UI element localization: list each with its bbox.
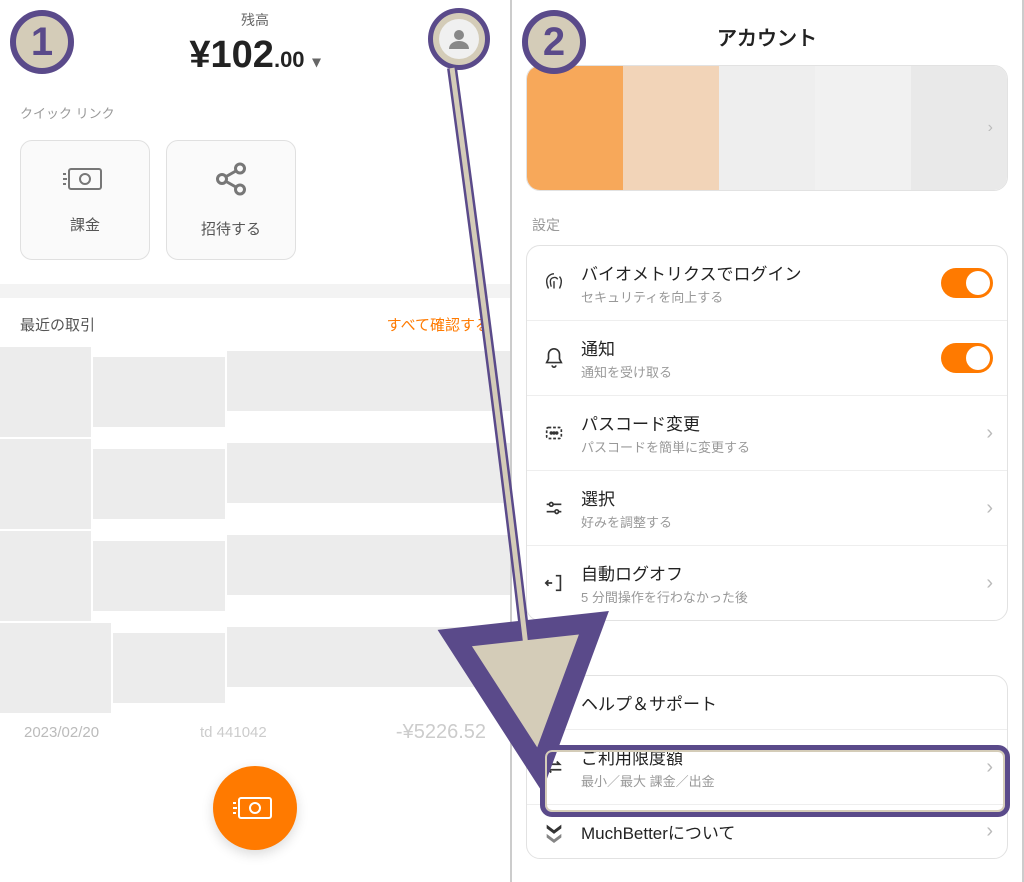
page-title: アカウント <box>512 0 1022 65</box>
quick-deposit-button[interactable]: 課金 <box>20 140 150 260</box>
brand-icon <box>541 821 567 843</box>
cash-icon <box>233 794 277 822</box>
transaction-amount: -¥5226.52 <box>396 721 486 744</box>
info-limits[interactable]: ご利用限度額最小／最大 課金／出金 › <box>527 730 1007 805</box>
info-about[interactable]: MuchBetterについて › <box>527 805 1007 858</box>
see-all-link[interactable]: すべて確認する <box>387 314 490 335</box>
info-help[interactable]: ? ヘルプ＆サポート <box>527 676 1007 730</box>
toggle-on[interactable] <box>941 343 993 373</box>
settings-notifications[interactable]: 通知通知を受け取る <box>527 321 1007 396</box>
info-group-label: 情報 <box>512 639 1022 675</box>
step-badge-2: 2 <box>522 10 586 74</box>
step-badge-1: 1 <box>10 10 74 74</box>
fingerprint-icon <box>541 272 567 294</box>
svg-text:?: ? <box>550 695 558 710</box>
chevron-right-icon: › <box>986 497 993 520</box>
settings-auto-logoff[interactable]: 自動ログオフ5 分間操作を行わなかった後 › <box>527 546 1007 620</box>
info-group: ? ヘルプ＆サポート ご利用限度額最小／最大 課金／出金 › MuchBette… <box>526 675 1008 859</box>
passcode-icon <box>541 422 567 444</box>
balance-cents: .00 <box>274 47 305 73</box>
settings-biometrics[interactable]: バイオメトリクスでログインセキュリティを向上する <box>527 246 1007 321</box>
chevron-right-icon: › <box>986 422 993 445</box>
toggle-on[interactable] <box>941 268 993 298</box>
transaction-row[interactable] <box>0 623 510 713</box>
recent-transactions-label: 最近の取引 <box>20 314 95 335</box>
transaction-date: 2023/02/20 <box>24 724 99 741</box>
settings-group: バイオメトリクスでログインセキュリティを向上する 通知通知を受け取る パスコード… <box>526 245 1008 621</box>
transaction-row[interactable] <box>0 347 510 437</box>
transaction-id: td 441042 <box>200 724 267 741</box>
home-panel: 1 残高 ¥102.00 ▾ クイック リンク 課金 招待する 最近の取引 すべ <box>0 0 512 882</box>
quick-deposit-label: 課金 <box>70 214 100 235</box>
quick-invite-button[interactable]: 招待する <box>166 140 296 260</box>
quick-invite-label: 招待する <box>201 218 261 239</box>
chevron-right-icon: › <box>988 119 993 137</box>
balance-selector[interactable]: ¥102.00 ▾ <box>189 34 320 77</box>
quick-links-label: クイック リンク <box>0 97 510 128</box>
chevron-right-icon: › <box>986 572 993 595</box>
fab-deposit-button[interactable] <box>213 766 297 850</box>
profile-button[interactable] <box>428 8 490 70</box>
transactions-list: 2023/02/20 td 441042 -¥5226.52 <box>0 347 510 750</box>
settings-passcode[interactable]: パスコード変更パスコードを簡単に変更する › <box>527 396 1007 471</box>
bell-icon <box>541 347 567 369</box>
logout-icon <box>541 572 567 594</box>
cash-icon <box>63 165 107 198</box>
share-icon <box>213 161 249 202</box>
account-card[interactable]: › <box>526 65 1008 191</box>
chevron-right-icon: › <box>986 820 993 843</box>
settings-preferences[interactable]: 選択好みを調整する › <box>527 471 1007 546</box>
sliders-icon <box>541 497 567 519</box>
transaction-row[interactable] <box>0 439 510 529</box>
chevron-right-icon: › <box>986 756 993 779</box>
transaction-row[interactable] <box>0 531 510 621</box>
balance-main: ¥102 <box>189 34 274 77</box>
settings-group-label: 設定 <box>512 209 1022 245</box>
transfer-icon <box>541 756 567 778</box>
account-panel: 2 アカウント › 設定 バイオメトリクスでログインセキュリティを向上する 通知… <box>512 0 1024 882</box>
chevron-down-icon: ▾ <box>313 52 321 72</box>
profile-icon <box>439 19 479 59</box>
quick-links: 課金 招待する <box>0 128 510 284</box>
divider <box>0 284 510 298</box>
help-icon: ? <box>541 692 567 714</box>
